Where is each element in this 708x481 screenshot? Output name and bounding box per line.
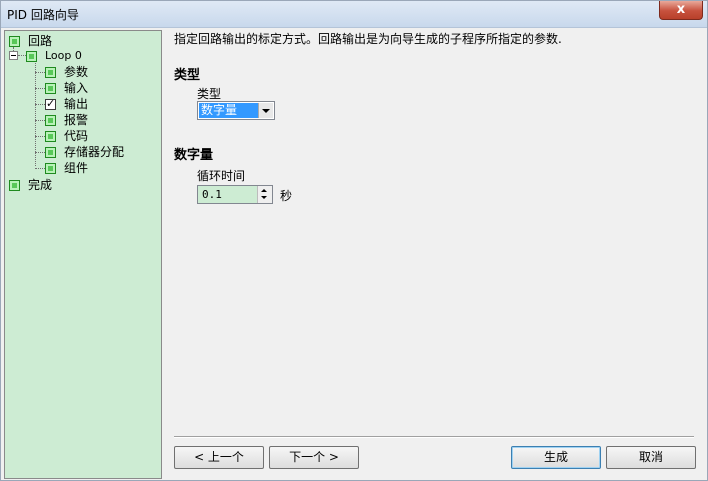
tree-connector	[35, 72, 45, 73]
title-bar: PID 回路向导 x	[1, 1, 707, 28]
cancel-button[interactable]: 取消	[606, 446, 696, 469]
status-checkbox	[45, 67, 56, 78]
close-icon: x	[676, 2, 686, 17]
tree-connector	[18, 55, 26, 56]
generate-button[interactable]: 生成	[511, 446, 601, 469]
tree-item-label: 完成	[28, 178, 53, 192]
footer-separator	[174, 436, 694, 438]
status-checkbox	[9, 180, 20, 191]
spin-down-icon[interactable]	[261, 196, 267, 199]
tree-item-loop[interactable]: 回路	[9, 33, 159, 49]
wizard-step-tree: 回路 Loop 0 参数 输入 ✓ 输出 报警 代码 存储器分配 组件 完成	[4, 30, 162, 479]
tree-item-label: 参数	[64, 65, 89, 79]
tree-item-label: 组件	[64, 161, 89, 175]
tree-connector	[35, 104, 45, 105]
status-checkbox	[26, 51, 37, 62]
close-button[interactable]: x	[659, 1, 703, 20]
status-checkbox	[9, 36, 20, 47]
checked-checkbox-icon: ✓	[45, 97, 56, 110]
tree-connector	[35, 88, 45, 89]
tree-item-output[interactable]: ✓ 输出	[45, 96, 155, 112]
tree-connector	[35, 60, 36, 166]
digital-section-title: 数字量	[174, 148, 214, 163]
tree-item-alarm[interactable]: 报警	[45, 112, 155, 128]
status-checkbox	[45, 83, 56, 94]
tree-item-label: 输出	[64, 97, 89, 111]
tree-item-parameters[interactable]: 参数	[45, 64, 155, 80]
tree-item-input[interactable]: 输入	[45, 80, 155, 96]
cycle-time-value: 0.1	[202, 188, 222, 201]
tree-item-loop-0[interactable]: Loop 0	[26, 48, 156, 64]
tree-item-label: 代码	[64, 129, 89, 143]
tree-item-label: 回路	[28, 34, 53, 48]
cycle-time-label: 循环时间	[197, 169, 246, 183]
tree-item-components[interactable]: 组件	[45, 160, 155, 176]
cycle-time-spinner[interactable]: 0.1	[197, 185, 273, 204]
type-section-title: 类型	[174, 68, 201, 83]
cycle-time-unit: 秒	[280, 189, 293, 203]
tree-connector	[35, 120, 45, 121]
tree-item-finish[interactable]: 完成	[9, 177, 159, 193]
tree-connector	[35, 152, 45, 153]
type-dropdown-value: 数字量	[199, 103, 258, 118]
next-button[interactable]: 下一个 >	[269, 446, 359, 469]
chevron-down-icon[interactable]	[258, 103, 273, 118]
spin-up-icon[interactable]	[261, 189, 267, 192]
tree-connector	[35, 168, 45, 169]
pid-wizard-window: PID 回路向导 x 回路 Loop 0 参数 输入 ✓ 输出 报警 代码 存储…	[0, 0, 708, 481]
tree-item-label: 存储器分配	[64, 145, 125, 159]
type-field-label: 类型	[197, 87, 222, 101]
page-description: 指定回路输出的标定方式。回路输出是为向导生成的子程序所指定的参数.	[174, 32, 562, 46]
tree-item-label: Loop 0	[45, 49, 82, 62]
type-dropdown[interactable]: 数字量	[197, 101, 275, 120]
wizard-content-panel: 指定回路输出的标定方式。回路输出是为向导生成的子程序所指定的参数. 类型 类型 …	[163, 30, 706, 479]
status-checkbox	[45, 163, 56, 174]
status-checkbox	[45, 131, 56, 142]
status-checkbox	[45, 147, 56, 158]
collapse-toggle-icon[interactable]	[9, 51, 18, 60]
previous-button[interactable]: < 上一个	[174, 446, 264, 469]
spinner-buttons[interactable]	[257, 186, 272, 203]
tree-item-label: 输入	[64, 81, 89, 95]
tree-item-memory-allocation[interactable]: 存储器分配	[45, 144, 155, 160]
tree-item-label: 报警	[64, 113, 89, 127]
window-title: PID 回路向导	[7, 8, 79, 22]
status-checkbox	[45, 115, 56, 126]
tree-connector	[35, 136, 45, 137]
tree-item-code[interactable]: 代码	[45, 128, 155, 144]
